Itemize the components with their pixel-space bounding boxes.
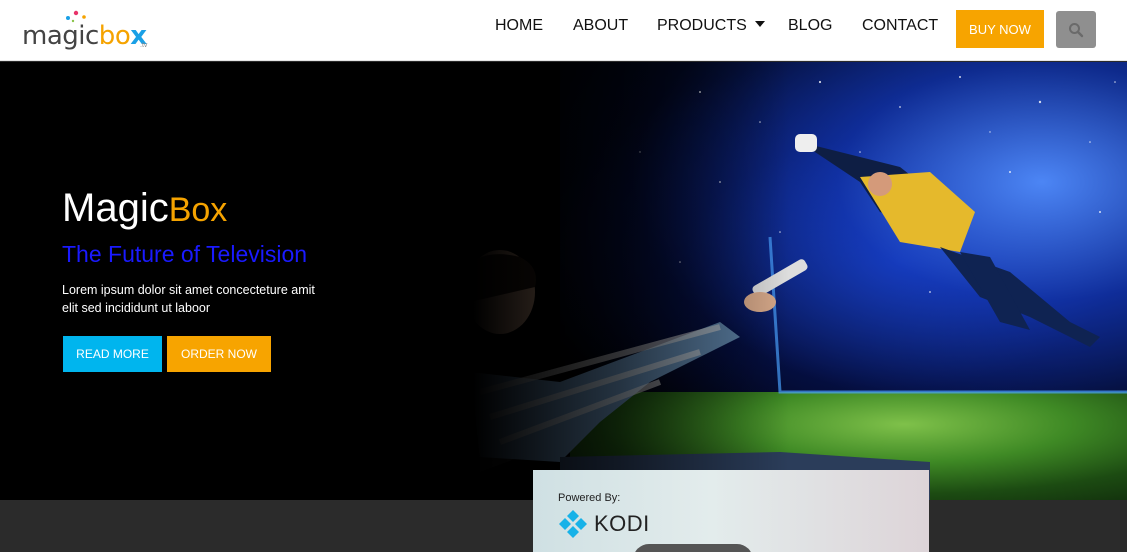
search-icon bbox=[1069, 22, 1084, 37]
nav-products[interactable]: PRODUCTS bbox=[657, 17, 765, 35]
kodi-logo[interactable]: KODI bbox=[558, 510, 650, 538]
buy-now-button[interactable]: BUY NOW bbox=[956, 10, 1044, 48]
hero-subtitle: The Future of Television bbox=[62, 241, 308, 267]
kodi-icon bbox=[559, 510, 587, 538]
search-button[interactable] bbox=[1056, 11, 1096, 48]
site-header: magicbox .tv HOME ABOUT PRODUCTS BLOG CO… bbox=[0, 0, 1127, 61]
nav-about[interactable]: ABOUT bbox=[573, 17, 628, 35]
device-image bbox=[633, 544, 753, 552]
hero-title-main: Magic bbox=[62, 186, 169, 230]
powered-by-card: Powered By: KODI bbox=[533, 470, 929, 552]
logo-sparkle-icon bbox=[66, 10, 86, 23]
chevron-down-icon bbox=[754, 21, 765, 27]
page: magicbox .tv HOME ABOUT PRODUCTS BLOG CO… bbox=[0, 0, 1127, 552]
logo-b: b bbox=[98, 21, 116, 51]
kodi-wordmark: KODI bbox=[594, 511, 650, 536]
hero-title-accent: Box bbox=[168, 191, 228, 229]
powered-by-label: Powered By: bbox=[558, 492, 621, 504]
logo-text: magicbox bbox=[22, 23, 147, 49]
hero-description: Lorem ipsum dolor sit amet concecteture … bbox=[62, 283, 315, 315]
nav-home[interactable]: HOME bbox=[495, 17, 543, 35]
logo-o: o bbox=[114, 21, 131, 51]
read-more-button[interactable]: READ MORE bbox=[63, 336, 162, 372]
logo-magic: magic bbox=[22, 21, 99, 51]
logo-tv: .tv bbox=[140, 42, 148, 49]
hero-banner: MagicBox The Future of Television Lorem … bbox=[0, 62, 1127, 500]
nav-blog[interactable]: BLOG bbox=[788, 17, 832, 35]
order-now-button[interactable]: ORDER NOW bbox=[167, 336, 271, 372]
nav-products-label: PRODUCTS bbox=[657, 17, 747, 34]
site-logo[interactable]: magicbox .tv bbox=[22, 9, 147, 49]
nav-contact[interactable]: CONTACT bbox=[862, 17, 938, 35]
hero-title: MagicBox bbox=[62, 188, 227, 228]
